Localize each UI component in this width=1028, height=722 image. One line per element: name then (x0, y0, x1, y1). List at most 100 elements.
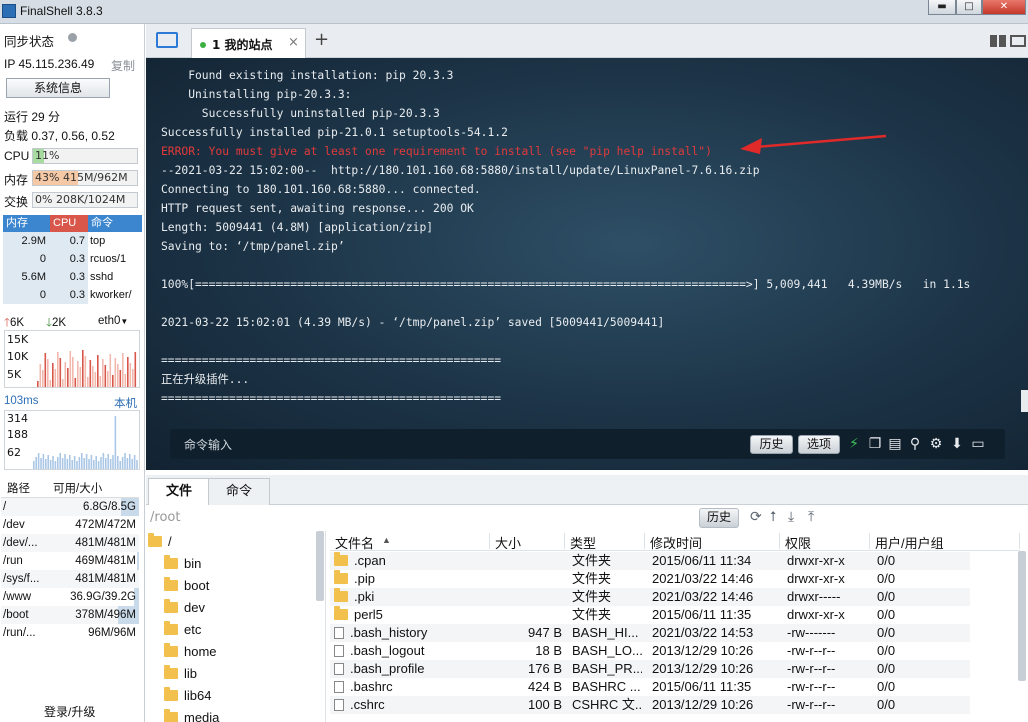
file-icon (334, 663, 344, 675)
disk-row[interactable]: /dev 472M/472M (1, 516, 139, 534)
col-type[interactable]: 类型 (565, 533, 645, 551)
copy-ip-link[interactable]: 复制 (111, 57, 135, 74)
tree-scrollbar[interactable] (316, 531, 324, 601)
file-perm: drwxr-xr-x (787, 607, 845, 622)
layout-grid-icon[interactable] (990, 35, 1006, 47)
tab-my-site[interactable]: 1 我的站点 × (191, 28, 306, 58)
file-row[interactable]: .bash_history 947 B BASH_HI... 2021/03/22 1… (330, 624, 970, 642)
tab-commands[interactable]: 命令 (208, 478, 270, 505)
tree-item[interactable]: dev (164, 597, 205, 619)
tree-root[interactable]: / (148, 531, 172, 553)
system-info-button[interactable]: 系统信息 (6, 78, 110, 98)
file-name: .cshrc (334, 696, 489, 714)
file-row[interactable]: .pki 文件夹 2021/03/22 14:46 drwxr----- 0/0 (330, 588, 970, 606)
process-row[interactable]: 0 0.3 kworker/ (3, 286, 142, 304)
col-mtime[interactable]: 修改时间 (645, 533, 780, 551)
fullscreen-icon[interactable]: ▭ (970, 436, 986, 452)
file-list: 文件名 大小 类型 修改时间 权限 用户/用户组 ▲ .cpan 文件夹 2015/… (330, 531, 1028, 722)
folder-open-icon[interactable] (156, 32, 178, 48)
paste-icon[interactable]: ▤ (887, 436, 903, 452)
terminal-scrollbar[interactable] (1021, 390, 1028, 412)
col-owner[interactable]: 用户/用户组 (870, 533, 1020, 551)
file-name: .bashrc (334, 678, 489, 696)
path-history-button[interactable]: 历史 (699, 508, 739, 528)
tree-item-label: home (184, 644, 217, 659)
refresh-icon[interactable]: ⟳ (750, 509, 762, 525)
net-up-value: 6K (9, 317, 25, 329)
net-bar (44, 353, 47, 387)
add-tab-button[interactable]: + (314, 29, 329, 50)
maximize-button[interactable]: □ (956, 0, 982, 15)
disk-row[interactable]: / 6.8G/8.5G (1, 498, 139, 516)
net-bar (62, 379, 64, 387)
latency-host[interactable]: 本机 (114, 395, 137, 411)
path-input[interactable]: /root (150, 510, 180, 525)
login-upgrade-link[interactable]: 登录/升级 (44, 703, 95, 720)
disk-table: 路径 可用/大小 / 6.8G/8.5G/dev 472M/472M/dev/... 4… (1, 480, 139, 642)
tree-item[interactable]: bin (164, 553, 201, 575)
file-row[interactable]: perl5 文件夹 2015/06/11 11:35 drwxr-xr-x 0/0 (330, 606, 970, 624)
latency-bar (40, 458, 42, 469)
file-row[interactable]: .bashrc 424 B BASHRC ... 2015/06/11 11:35 -r… (330, 678, 970, 696)
net-interface-select[interactable]: eth0▼ (98, 315, 128, 327)
file-type: CSHRC 文... (572, 697, 642, 712)
disk-row[interactable]: /www 36.9G/39.2G (1, 588, 139, 606)
col-name[interactable]: 文件名 (330, 533, 490, 551)
command-input-bar[interactable]: 命令输入 历史 选项 ⚡ ❐ ▤ ⚲ ⚙ ⬇ ▭ (170, 429, 1005, 459)
file-row[interactable]: .cshrc 100 B CSHRC 文... 2013/12/29 10:26 -rw… (330, 696, 970, 714)
disk-size-text: 6.8G/8.5G (82, 501, 136, 513)
latency-bar (54, 461, 57, 469)
close-button[interactable]: ✕ (982, 0, 1026, 15)
folder-icon (164, 577, 178, 591)
latency-bar (95, 456, 97, 469)
file-row[interactable]: .bash_profile 176 B BASH_PR... 2013/12/29 1… (330, 660, 970, 678)
copy-icon[interactable]: ❐ (867, 436, 883, 452)
download-icon[interactable]: ⬇ (949, 436, 965, 452)
process-row[interactable]: 0 0.3 rcuos/1 (3, 250, 142, 268)
process-row[interactable]: 5.6M 0.3 sshd (3, 268, 142, 286)
terminal-line: 2021-03-22 15:02:01 (4.39 MB/s) - ‘/tmp/… (161, 316, 665, 329)
disk-size-text: 469M/481M (75, 555, 136, 567)
disk-row[interactable]: /dev/... 481M/481M (1, 534, 139, 552)
download-file-icon[interactable]: ⤓ (788, 509, 794, 525)
terminal[interactable]: Found existing installation: pip 20.3.3 … (146, 58, 1028, 470)
tree-item[interactable]: lib64 (164, 685, 211, 707)
proc-header-mem[interactable]: 内存 (3, 215, 50, 232)
lightning-icon[interactable]: ⚡ (846, 436, 862, 452)
proc-header-cmd[interactable]: 命令 (88, 215, 142, 232)
tree-item[interactable]: etc (164, 619, 201, 641)
latency-bar (112, 455, 114, 469)
disk-row[interactable]: /run/... 96M/96M (1, 624, 139, 642)
folder-icon (164, 687, 178, 701)
proc-cpu: 0.3 (50, 286, 88, 304)
tab-close-icon[interactable]: × (288, 35, 299, 50)
tree-item[interactable]: home (164, 641, 217, 663)
tree-item[interactable]: boot (164, 575, 209, 597)
process-row[interactable]: 2.9M 0.7 top (3, 232, 142, 250)
latency-bar (47, 455, 49, 469)
disk-row[interactable]: /run 469M/481M (1, 552, 139, 570)
col-size[interactable]: 大小 (490, 533, 565, 551)
proc-header-cpu[interactable]: CPU (50, 215, 88, 232)
options-button[interactable]: 选项 (798, 435, 840, 454)
gear-icon[interactable]: ⚙ (928, 436, 944, 452)
file-row[interactable]: .pip 文件夹 2021/03/22 14:46 drwxr-xr-x 0/0 (330, 570, 970, 588)
search-icon[interactable]: ⚲ (907, 436, 923, 452)
up-dir-icon[interactable]: ⭡ (770, 509, 777, 525)
disk-row[interactable]: /boot 378M/496M (1, 606, 139, 624)
tree-item[interactable]: media (164, 707, 219, 722)
file-name-text: .pip (354, 571, 375, 586)
upload-file-icon[interactable]: ⤒ (808, 509, 814, 525)
net-bar (102, 359, 104, 387)
file-row[interactable]: .bash_logout 18 B BASH_LO... 2013/12/29 10:… (330, 642, 970, 660)
file-list-scrollbar[interactable] (1018, 551, 1026, 681)
layout-single-icon[interactable] (1010, 35, 1026, 47)
tree-item[interactable]: lib (164, 663, 197, 685)
minimize-button[interactable]: ▬ (928, 0, 956, 15)
tab-files[interactable]: 文件 (148, 478, 210, 505)
history-button[interactable]: 历史 (750, 435, 793, 454)
file-row[interactable]: .cpan 文件夹 2015/06/11 11:34 drwxr-xr-x 0/0 (330, 552, 970, 570)
disk-row[interactable]: /sys/f... 481M/481M (1, 570, 139, 588)
bottom-tab-bar: 文件 命令 (146, 475, 1028, 505)
col-perm[interactable]: 权限 (780, 533, 870, 551)
